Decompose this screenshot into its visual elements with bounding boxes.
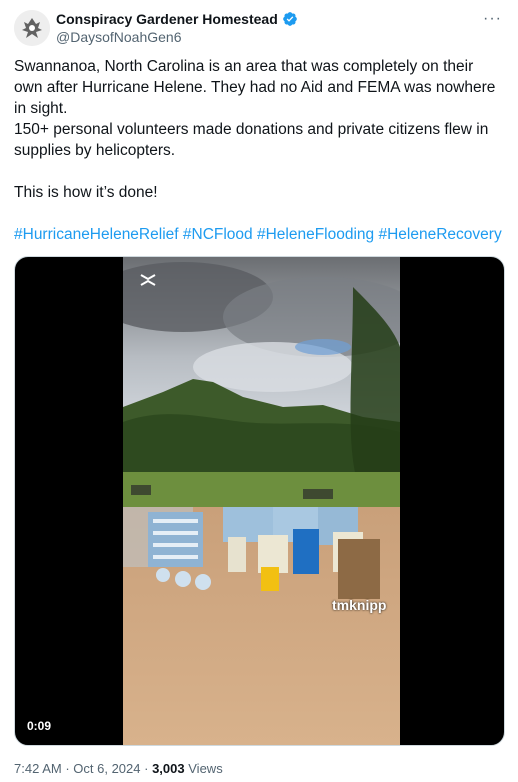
hashtag-link[interactable]: #HurricaneHeleneRelief <box>14 226 179 243</box>
tweet-header: Conspiracy Gardener Homestead @DaysofNoa… <box>14 10 504 46</box>
video-frame[interactable]: tmknipp <box>123 257 400 745</box>
hashtag-link[interactable]: #HeleneFlooding <box>257 226 374 243</box>
views-label: Views <box>188 761 223 776</box>
video-duration: 0:09 <box>27 719 52 733</box>
author-name[interactable]: Conspiracy Gardener Homestead <box>56 11 278 27</box>
video-scene-image <box>123 257 400 745</box>
capcut-logo-icon <box>139 273 157 292</box>
avatar[interactable] <box>14 10 50 46</box>
tweet-paragraph: Swannanoa, North Carolina is an area tha… <box>14 58 496 117</box>
tweet-meta: 7:42 AM · Oct 6, 2024 · 3,003 Views <box>14 761 223 776</box>
tweet-paragraph: This is how it’s done! <box>14 184 158 201</box>
tweet-date[interactable]: Oct 6, 2024 <box>73 761 140 776</box>
hashtags: #HurricaneHeleneRelief #NCFlood #HeleneF… <box>14 224 502 245</box>
hashtag-link[interactable]: #HeleneRecovery <box>378 226 501 243</box>
tweet-paragraph: 150+ personal volunteers made donations … <box>14 121 489 159</box>
video-player[interactable]: tmknipp 0:09 <box>14 256 505 746</box>
verified-badge-icon <box>282 12 297 26</box>
author-handle[interactable]: @DaysofNoahGen6 <box>56 29 182 45</box>
hashtag-link[interactable]: #NCFlood <box>183 226 253 243</box>
separator: · <box>144 761 153 776</box>
video-watermark: tmknipp <box>332 597 387 613</box>
views-count: 3,003 <box>152 761 185 776</box>
author-name-row: Conspiracy Gardener Homestead <box>56 11 298 27</box>
more-options-icon[interactable]: ··· <box>483 10 502 28</box>
tweet-time[interactable]: 7:42 AM <box>14 761 62 776</box>
